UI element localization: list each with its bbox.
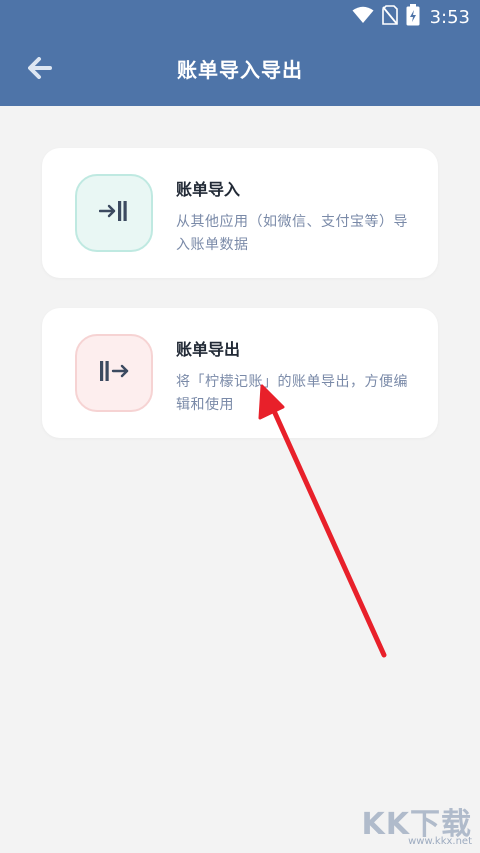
status-bar: 3:53 [0,0,480,34]
import-icon-tile [75,174,153,252]
status-icons: 3:53 [352,4,470,30]
import-bills-card[interactable]: 账单导入 从其他应用（如微信、支付宝等）导入账单数据 [42,148,438,278]
export-card-description: 将「柠檬记账」的账单导出，方便编辑和使用 [176,374,408,413]
watermark: KK下载 www.kkx.net [352,799,473,847]
app-bar: 账单导入导出 [0,34,480,106]
export-icon [99,360,129,386]
battery-charging-icon [406,4,420,30]
back-button[interactable] [20,52,60,88]
export-card-text: 账单导出 将「柠檬记账」的账单导出，方便编辑和使用 [176,336,416,417]
export-card-title: 账单导出 [176,340,241,359]
screen: 3:53 账单导入导出 账单导入 从其他应用（如微信、支付宝等）导入账单数据 账… [0,0,480,853]
import-card-description: 从其他应用（如微信、支付宝等）导入账单数据 [176,214,408,253]
import-icon [98,200,129,226]
status-time: 3:53 [429,6,470,28]
import-card-title: 账单导入 [176,180,241,199]
page-title: 账单导入导出 [177,58,303,82]
no-sim-icon [381,5,398,29]
wifi-icon [352,6,374,28]
import-card-text: 账单导入 从其他应用（如微信、支付宝等）导入账单数据 [176,176,416,257]
export-icon-tile [75,334,153,412]
arrow-left-icon [28,57,52,83]
watermark-url: www.kkx.net [408,836,472,847]
annotation-arrow-shaft [267,399,387,658]
export-bills-card[interactable]: 账单导出 将「柠檬记账」的账单导出，方便编辑和使用 [42,308,438,438]
